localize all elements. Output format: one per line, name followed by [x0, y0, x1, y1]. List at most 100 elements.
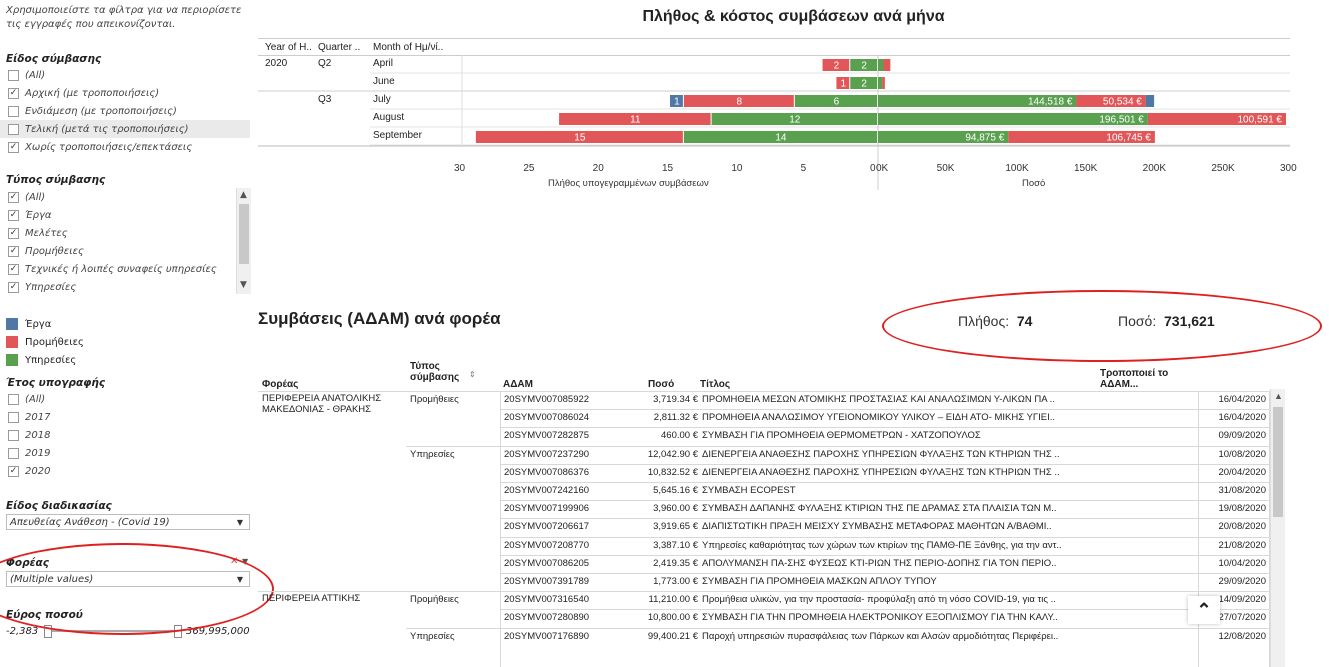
legend-swatch	[6, 336, 18, 348]
checkbox-checked-icon[interactable]: ✓	[8, 245, 19, 257]
year-option[interactable]: ✓ 2020	[0, 462, 250, 480]
date-cell: 21/08/2020	[1218, 539, 1266, 551]
amount-cell: 3,387.10 €	[653, 539, 698, 551]
count-bar-label: 1	[674, 97, 680, 108]
contract-type-option-label: Τεχνικές ή λοιπές συναφείς υπηρεσίες	[25, 263, 217, 275]
x-tick-label: 25	[523, 163, 535, 174]
amount-cell: 1,773.00 €	[653, 576, 698, 587]
legend-item[interactable]: Υπηρεσίες	[6, 351, 246, 369]
col-header-title[interactable]: Τίτλος	[700, 379, 730, 390]
col-header-modifies[interactable]: Τροποποιεί το ΑΔΑΜ...	[1100, 368, 1192, 390]
checkbox-checked-icon[interactable]: ✓	[8, 209, 19, 221]
checkbox-icon[interactable]	[8, 429, 19, 441]
contract-type-scrollbar[interactable]: ▲ ▼	[236, 188, 251, 294]
count-bar-label: 6	[834, 97, 840, 108]
title-cell[interactable]: ΔΙΑΠΙΣΤΩΤΙΚΗ ΠΡΑΞΗ ΜΕΙΣΧΥ ΣΥΜΒΑΣΗΣ ΜΕΤΑΦ…	[702, 521, 1197, 532]
procedure-dropdown[interactable]: Απευθείας Ανάθεση - (Covid 19) ▼	[6, 514, 250, 530]
checkbox-checked-icon[interactable]: ✓	[8, 227, 19, 239]
amount-bar	[1145, 95, 1155, 107]
x-tick-label: 15	[662, 163, 674, 174]
title-cell[interactable]: ΣΥΜΒΑΣΗ ΔΑΠΑΝΗΣ ΦΥΛΑΞΗΣ ΚΤΙΡΙΩΝ ΤΗΣ ΠΕ Δ…	[702, 503, 1197, 514]
date-cell: 12/08/2020	[1218, 630, 1266, 642]
right-axis-label: Ποσό	[1022, 178, 1046, 189]
annotation-ellipse	[0, 543, 274, 635]
amount-cell: 2,811.32 €	[653, 412, 698, 424]
checkbox-icon[interactable]	[8, 447, 19, 459]
row-divider	[500, 500, 1270, 502]
year-option[interactable]: 2019	[0, 444, 250, 462]
checkbox-icon[interactable]	[8, 393, 19, 405]
contract-type-list: ✓ (All) ✓ Έργα ✓ Μελέτες ✓ Προμήθειες ✓ Τεχνικές …	[0, 188, 236, 296]
amount-cell: 10,832.52 €	[647, 466, 698, 478]
date-cell: 10/04/2020	[1218, 557, 1266, 569]
col-header-type[interactable]: Τύπος σύμβασης	[410, 361, 472, 383]
chevron-up-icon: ⌃	[1196, 599, 1212, 620]
annotation-ellipse	[882, 290, 1322, 362]
contract-type-option[interactable]: ✓ Υπηρεσίες	[0, 278, 236, 296]
title-cell[interactable]: Υπηρεσίες καθαριότητας των χώρων των κτι…	[702, 540, 1197, 551]
title-cell[interactable]: ΠΡΟΜΗΘΕΙΑ ΑΝΑΛΩΣΙΜΟΥ ΥΓΕΙΟΝΟΜΙΚΟΥ ΥΛΙΚΟΥ…	[702, 412, 1197, 423]
row-divider	[500, 536, 1270, 538]
title-cell[interactable]: ΑΠΟΛΥΜΑΝΣΗ ΠΑ-ΣΗΣ ΦΥΣΕΩΣ ΚΤΙ-ΡΙΩΝ ΤΗΣ ΠΕ…	[702, 558, 1197, 569]
sort-icon[interactable]: ⇕	[469, 370, 476, 379]
title-cell[interactable]: ΔΙΕΝΕΡΓΕΙΑ ΑΝΑΘΕΣΗΣ ΠΑΡΟΧΗΣ ΥΠΗΡΕΣΙΩΝ ΦΥ…	[702, 449, 1197, 460]
year-title: Έτος υπογραφής	[6, 377, 106, 389]
amount-bar-label: 50,534 €	[1103, 97, 1142, 108]
title-cell[interactable]: ΣΥΜΒΑΣΗ ECOPEST	[702, 485, 1197, 496]
contract-type-option[interactable]: ✓ Προμήθειες	[0, 242, 236, 260]
contract-type-option[interactable]: ✓ Τεχνικές ή λοιπές συναφείς υπηρεσίες	[0, 260, 236, 278]
checkbox-checked-icon[interactable]: ✓	[8, 263, 19, 275]
amount-bar-label: 144,518 €	[1028, 97, 1073, 108]
row-divider	[500, 518, 1270, 520]
x-tick-label: 50K	[936, 163, 955, 174]
contracts-table: ΠΕΡΙΦΕΡΕΙΑ ΑΝΑΤΟΛΙΚΗΣ ΜΑΚΕΔΟΝΙΑΣ - ΘΡΑΚΗ…	[258, 391, 1270, 667]
title-cell[interactable]: Παροχή υπηρεσιών πυρασφάλειας των Πάρκων…	[702, 631, 1197, 642]
scroll-down-icon[interactable]: ▼	[240, 280, 247, 290]
legend-item[interactable]: Προμήθειες	[6, 333, 246, 351]
type-cell[interactable]: Υπηρεσίες	[410, 449, 455, 460]
contract-type-option[interactable]: ✓ Μελέτες	[0, 224, 236, 242]
amount-cell: 11,210.00 €	[648, 594, 698, 606]
agency-cell[interactable]: ΠΕΡΙΦΕΡΕΙΑ ΑΤΤΙΚΗΣ	[262, 593, 402, 604]
title-cell[interactable]: ΣΥΜΒΑΣΗ ΓΙΑ ΠΡΟΜΗΘΕΙΑ ΜΑΣΚΩΝ ΑΠΛΟΥ ΤΥΠΟΥ	[702, 576, 1197, 587]
title-cell[interactable]: ΔΙΕΝΕΡΓΕΙΑ ΑΝΑΘΕΣΗΣ ΠΑΡΟΧΗΣ ΥΠΗΡΕΣΙΩΝ ΦΥ…	[702, 467, 1197, 478]
amount-bar	[878, 77, 883, 89]
scroll-up-icon[interactable]: ▲	[1274, 391, 1283, 401]
year-option[interactable]: 2018	[0, 426, 250, 444]
col-header-amount[interactable]: Ποσό	[648, 379, 674, 390]
date-cell: 19/08/2020	[1218, 503, 1266, 515]
legend-item[interactable]: Έργα	[6, 315, 246, 333]
year-option[interactable]: 2017	[0, 408, 250, 426]
type-cell[interactable]: Προμήθειες	[410, 594, 459, 605]
type-cell[interactable]: Προμήθειες	[410, 394, 459, 405]
col-header-agency[interactable]: Φορέας	[262, 379, 298, 390]
checkbox-checked-icon[interactable]: ✓	[8, 465, 19, 477]
title-cell[interactable]: Προμήθεια υλικών, για την προστασία- προ…	[702, 594, 1197, 605]
year-option[interactable]: (All)	[0, 390, 250, 408]
amount-cell: 3,960.00 €	[653, 503, 698, 515]
checkbox-checked-icon[interactable]: ✓	[8, 281, 19, 293]
title-cell[interactable]: ΣΥΜΒΑΣΗ ΓΙΑ ΠΡΟΜΗΘΕΙΑ ΘΕΡΜΟΜΕΤΡΩΝ - ΧΑΤΖ…	[702, 430, 1197, 441]
amount-bar-label: 196,501 €	[1099, 115, 1144, 126]
count-bar-label: 11	[630, 115, 641, 126]
x-tick-label: 20	[592, 163, 604, 174]
checkbox-icon[interactable]	[8, 411, 19, 423]
col-header-adam[interactable]: ΑΔΑΜ	[503, 379, 533, 390]
scroll-thumb[interactable]	[1273, 407, 1283, 517]
year-option-label: 2020	[25, 465, 51, 477]
col-divider	[500, 391, 501, 667]
title-cell[interactable]: ΠΡΟΜΗΘΕΙΑ ΜΕΣΩΝ ΑΤΟΜΙΚΗΣ ΠΡΟΣΤΑΣΙΑΣ ΚΑΙ …	[702, 394, 1197, 405]
scroll-to-top-button[interactable]: ⌃	[1188, 596, 1220, 624]
row-divider	[500, 554, 1270, 556]
type-cell[interactable]: Υπηρεσίες	[410, 631, 455, 642]
x-tick-label: 0K	[876, 163, 889, 174]
x-tick-label: 10	[731, 163, 743, 174]
title-cell[interactable]: ΣΥΜΒΑΣΗ ΓΙΑ ΤΗΝ ΠΡΟΜΗΘΕΙΑ ΗΛΕΚΤΡΟΝΙΚΟΥ Ε…	[702, 612, 1197, 623]
table-scrollbar[interactable]: ▲	[1270, 389, 1285, 667]
x-tick-label: 100K	[1005, 163, 1029, 174]
scroll-thumb[interactable]	[239, 204, 249, 264]
contract-type-option[interactable]: ✓ Έργα	[0, 206, 236, 224]
x-tick-label: 250K	[1211, 163, 1235, 174]
row-divider	[500, 391, 1270, 392]
agency-cell[interactable]: ΠΕΡΙΦΕΡΕΙΑ ΑΝΑΤΟΛΙΚΗΣ ΜΑΚΕΔΟΝΙΑΣ - ΘΡΑΚΗ…	[262, 393, 402, 415]
